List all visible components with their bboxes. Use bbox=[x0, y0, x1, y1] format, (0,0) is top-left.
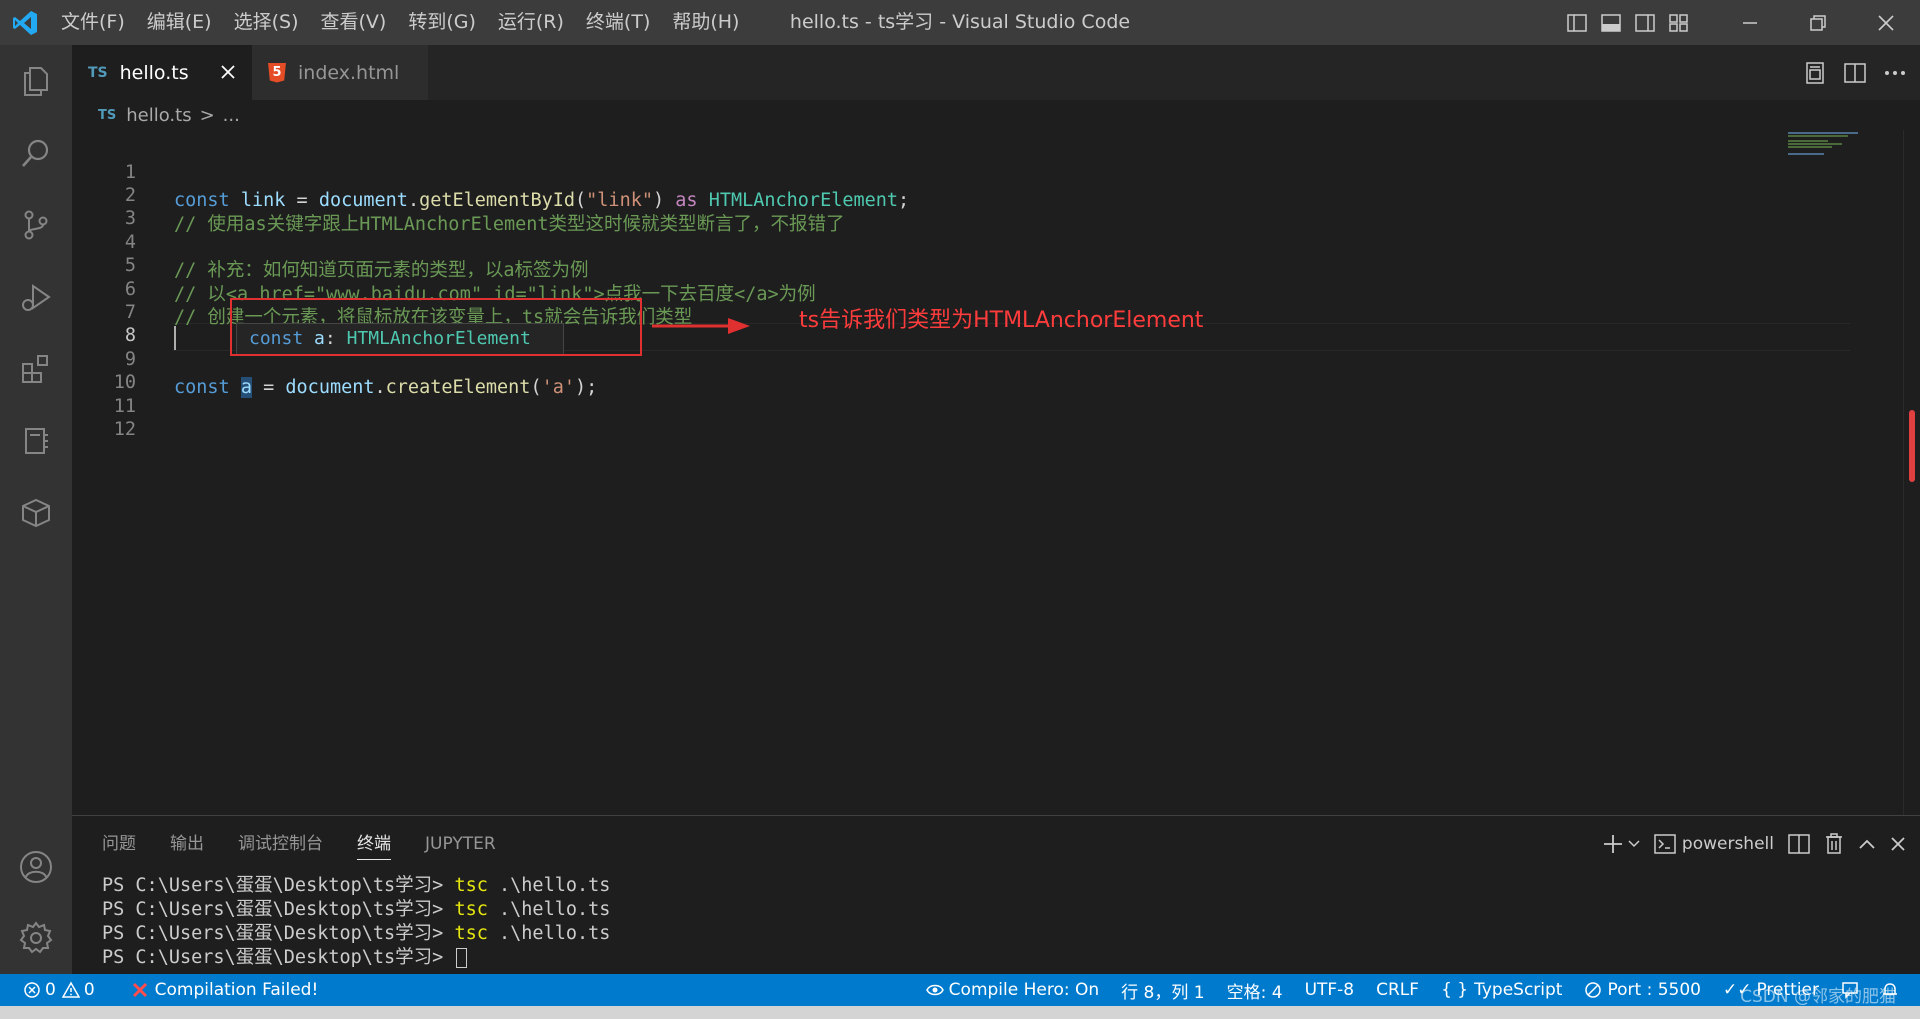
code-editor[interactable]: 1 const link = document.getElementById("… bbox=[72, 130, 1920, 815]
terminal-shell-selector[interactable]: powershell bbox=[1654, 831, 1774, 857]
tab-output[interactable]: 输出 bbox=[170, 816, 204, 872]
tab-hello-ts[interactable]: TS hello.ts bbox=[72, 45, 252, 100]
typescript-file-icon: TS bbox=[88, 64, 108, 81]
open-preview-icon[interactable] bbox=[1802, 60, 1828, 86]
customize-layout-icon[interactable] bbox=[1662, 0, 1696, 45]
toggle-panel-icon[interactable] bbox=[1594, 0, 1628, 45]
tab-label: index.html bbox=[298, 61, 400, 84]
activity-bar bbox=[0, 45, 72, 974]
menu-help[interactable]: 帮助(H) bbox=[661, 0, 750, 45]
breadcrumb: TS hello.ts > ... bbox=[72, 100, 240, 130]
code-line: 12 bbox=[72, 387, 1772, 440]
language-mode[interactable]: { } TypeScript bbox=[1430, 974, 1573, 1006]
maximize-panel-icon[interactable] bbox=[1858, 831, 1876, 857]
notebook-icon[interactable] bbox=[0, 405, 72, 477]
scrollbar-error-marker bbox=[1909, 410, 1915, 482]
tab-index-html[interactable]: 5 index.html bbox=[252, 45, 428, 100]
menu-go[interactable]: 转到(G) bbox=[397, 0, 487, 45]
menu-run[interactable]: 运行(R) bbox=[487, 0, 575, 45]
line-number: 12 bbox=[113, 418, 136, 440]
panel-actions: powershell bbox=[1602, 816, 1906, 872]
text-cursor bbox=[174, 326, 176, 350]
terminal-prompt-line: PS C:\Users\蛋蛋\Desktop\ts学习> bbox=[102, 946, 610, 970]
bottom-panel: 问题 输出 调试控制台 终端 JUPYTER powershell PS C:\… bbox=[72, 815, 1920, 974]
menu-bar: 文件(F) 编辑(E) 选择(S) 查看(V) 转到(G) 运行(R) 终端(T… bbox=[50, 0, 750, 45]
taskbar-strip bbox=[0, 1006, 1920, 1019]
toggle-primary-sidebar-icon[interactable] bbox=[1560, 0, 1594, 45]
breadcrumb-separator: > bbox=[199, 104, 215, 126]
menu-edit[interactable]: 编辑(E) bbox=[136, 0, 223, 45]
live-server-port[interactable]: Port : 5500 bbox=[1573, 974, 1712, 1006]
annotation-arrow-icon bbox=[652, 318, 750, 334]
terminal-cursor bbox=[456, 948, 468, 968]
terminal-line: PS C:\Users\蛋蛋\Desktop\ts学习> tsc .\hello… bbox=[102, 899, 611, 920]
compile-status[interactable]: Compilation Failed! bbox=[120, 974, 330, 1006]
close-tab-icon[interactable] bbox=[216, 60, 240, 84]
run-debug-icon[interactable] bbox=[0, 261, 72, 333]
breadcrumb-file[interactable]: hello.ts bbox=[126, 105, 191, 126]
annotation-highlight-box bbox=[230, 298, 642, 356]
error-icon bbox=[24, 982, 40, 998]
trash-icon[interactable] bbox=[1824, 831, 1844, 857]
package-icon[interactable] bbox=[0, 477, 72, 549]
menu-selection[interactable]: 选择(S) bbox=[223, 0, 310, 45]
watermark: CSDN @邻家的肥猫 bbox=[1740, 987, 1896, 1007]
split-terminal-icon[interactable] bbox=[1788, 831, 1810, 857]
minimize-icon[interactable] bbox=[1716, 0, 1784, 45]
encoding[interactable]: UTF-8 bbox=[1294, 974, 1366, 1006]
terminal-icon bbox=[1654, 834, 1676, 854]
breadcrumb-symbols[interactable]: ... bbox=[223, 105, 240, 126]
warning-icon bbox=[61, 981, 80, 998]
tab-debug-console[interactable]: 调试控制台 bbox=[238, 816, 323, 872]
tab-label: hello.ts bbox=[119, 61, 189, 84]
tab-jupyter[interactable]: JUPYTER bbox=[425, 816, 496, 872]
vscode-logo-icon bbox=[0, 0, 50, 45]
red-cross-icon bbox=[132, 982, 147, 998]
title-bar-controls bbox=[1560, 0, 1920, 45]
panel-tabs: 问题 输出 调试控制台 终端 JUPYTER bbox=[102, 816, 530, 872]
terminal-output[interactable]: PS C:\Users\蛋蛋\Desktop\ts学习> tsc .\hello… bbox=[102, 874, 610, 970]
search-icon[interactable] bbox=[0, 117, 72, 189]
restore-icon[interactable] bbox=[1784, 0, 1852, 45]
html5-file-icon: 5 bbox=[268, 62, 286, 83]
toggle-secondary-sidebar-icon[interactable] bbox=[1628, 0, 1662, 45]
new-terminal-icon[interactable] bbox=[1602, 831, 1640, 857]
chevron-down-icon[interactable] bbox=[1628, 840, 1640, 848]
settings-gear-icon[interactable] bbox=[0, 902, 72, 974]
no-entry-icon bbox=[1585, 982, 1602, 998]
tab-terminal[interactable]: 终端 bbox=[357, 816, 391, 872]
explorer-icon[interactable] bbox=[0, 45, 72, 117]
tab-problems[interactable]: 问题 bbox=[102, 816, 136, 872]
compile-hero-status[interactable]: Compile Hero: On bbox=[915, 974, 1110, 1006]
extensions-icon[interactable] bbox=[0, 333, 72, 405]
minimap[interactable] bbox=[1788, 130, 1908, 160]
annotation-text: ts告诉我们类型为HTMLAnchorElement bbox=[799, 308, 1204, 333]
account-icon[interactable] bbox=[0, 831, 72, 903]
indentation[interactable]: 空格: 4 bbox=[1216, 974, 1294, 1006]
menu-view[interactable]: 查看(V) bbox=[310, 0, 398, 45]
terminal-line: PS C:\Users\蛋蛋\Desktop\ts学习> tsc .\hello… bbox=[102, 875, 611, 896]
editor-actions bbox=[1802, 45, 1908, 100]
problems-status[interactable]: 0 0 bbox=[12, 974, 106, 1006]
shell-name: powershell bbox=[1681, 834, 1774, 854]
terminal-line: PS C:\Users\蛋蛋\Desktop\ts学习> tsc .\hello… bbox=[102, 923, 611, 944]
menu-file[interactable]: 文件(F) bbox=[50, 0, 136, 45]
status-bar: 0 0 Compilation Failed! Compile Hero: On… bbox=[0, 974, 1920, 1006]
menu-terminal[interactable]: 终端(T) bbox=[575, 0, 661, 45]
editor-tab-bar: TS hello.ts 5 index.html bbox=[72, 45, 1920, 100]
close-panel-icon[interactable] bbox=[1890, 831, 1906, 857]
title-bar: 文件(F) 编辑(E) 选择(S) 查看(V) 转到(G) 运行(R) 终端(T… bbox=[0, 0, 1920, 45]
source-control-icon[interactable] bbox=[0, 189, 72, 261]
more-actions-icon[interactable] bbox=[1882, 60, 1908, 86]
line-endings[interactable]: CRLF bbox=[1365, 974, 1430, 1006]
split-editor-icon[interactable] bbox=[1842, 60, 1868, 86]
braces-icon: { } bbox=[1441, 980, 1469, 1000]
close-window-icon[interactable] bbox=[1852, 0, 1920, 45]
eye-icon bbox=[925, 984, 944, 996]
cursor-position[interactable]: 行 8，列 1 bbox=[1110, 974, 1215, 1006]
typescript-file-icon: TS bbox=[98, 107, 117, 123]
